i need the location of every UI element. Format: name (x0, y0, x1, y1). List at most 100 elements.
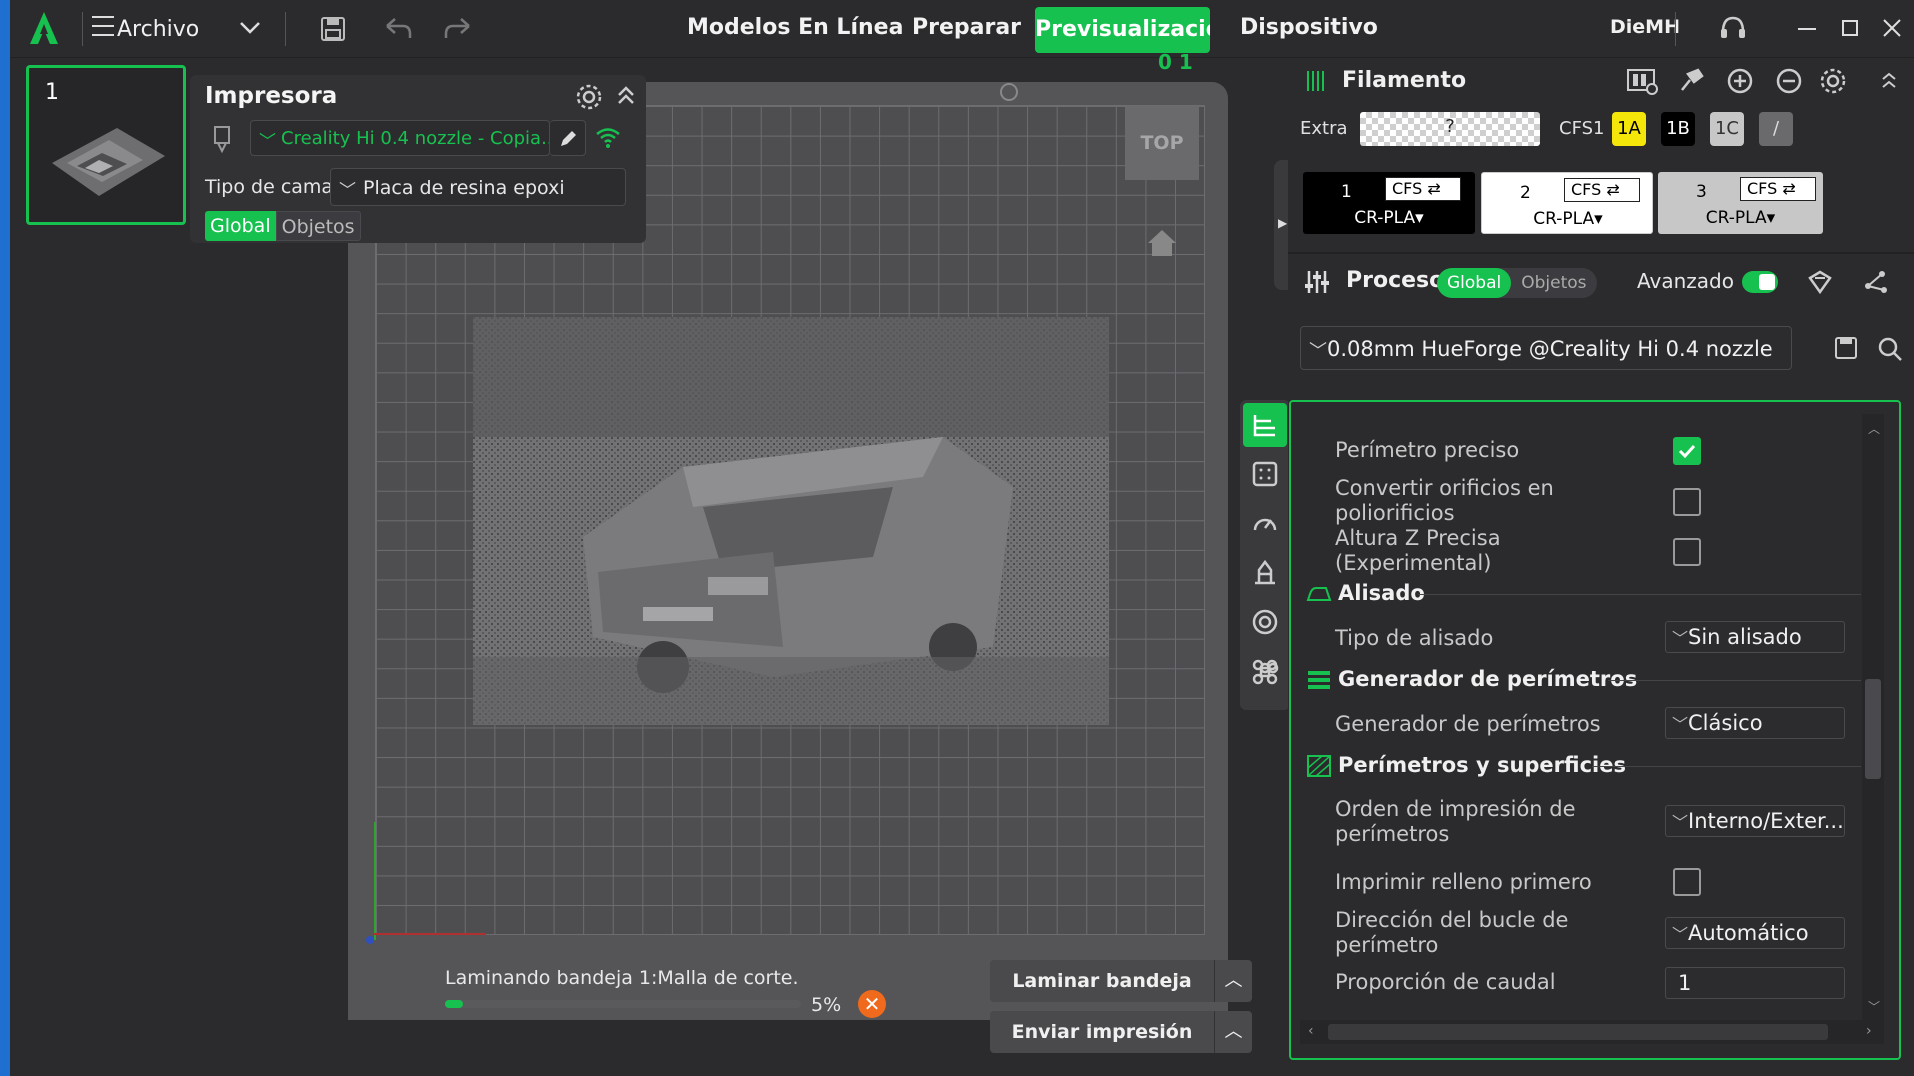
undo-icon[interactable] (383, 16, 413, 42)
wall-generator-label: Generador de perímetros (1335, 712, 1601, 736)
brush-icon[interactable] (1676, 66, 1706, 96)
chevron-down-icon: ﹀ (339, 181, 356, 201)
minimize-icon[interactable] (1798, 28, 1816, 30)
gear-icon[interactable] (575, 83, 603, 111)
slice-plate-button[interactable]: Laminar bandeja ︿ (990, 960, 1252, 1002)
slot-chip-empty[interactable]: / (1759, 112, 1793, 146)
remove-filament-icon[interactable] (1774, 66, 1804, 96)
filament-card-type[interactable]: CR-PLA▾ (1303, 208, 1475, 228)
home-icon[interactable] (1145, 226, 1179, 260)
flow-ratio-input[interactable]: 1 (1665, 967, 1845, 999)
save-icon[interactable] (320, 16, 346, 42)
maximize-icon[interactable] (1842, 20, 1858, 36)
compare-icon[interactable] (1806, 268, 1834, 296)
user-name[interactable]: DieMH (1610, 16, 1680, 38)
slot-chip-1b[interactable]: 1B (1661, 112, 1695, 146)
convert-holes-checkbox[interactable] (1673, 488, 1701, 516)
wifi-icon[interactable] (594, 125, 622, 149)
support-structure-icon[interactable] (1251, 558, 1279, 586)
redo-icon[interactable] (443, 16, 473, 42)
creality-logo-icon[interactable] (28, 10, 60, 46)
cfs-sync-icon[interactable] (1625, 66, 1659, 96)
vertical-scrollbar[interactable]: ︿ ﹀ (1862, 414, 1884, 1020)
wall-order-select[interactable]: ﹀Interno/Exter... (1665, 805, 1845, 837)
toggle-objects[interactable]: Objetos (275, 211, 361, 241)
model-relief[interactable] (473, 317, 1109, 725)
toggle-global[interactable]: Global (1437, 268, 1512, 298)
scroll-down-icon[interactable]: ﹀ (1868, 998, 1880, 1015)
horizontal-scrollbar[interactable]: ‹ › (1300, 1020, 1884, 1044)
filament-card-1[interactable]: 1 CFS ⇄ CR-PLA▾ (1303, 172, 1475, 234)
save-profile-icon[interactable] (1834, 336, 1858, 360)
tab-device[interactable]: Dispositivo (1240, 15, 1378, 40)
slot-chip-1a[interactable]: 1A (1612, 112, 1646, 146)
extra-filament-swatch[interactable]: ? (1360, 112, 1540, 146)
search-icon[interactable] (1877, 336, 1903, 362)
ironing-icon (1306, 587, 1332, 601)
filament-card-cfs-tag[interactable]: CFS ⇄ (1740, 177, 1816, 201)
filament-card-type[interactable]: CR-PLA▾ (1658, 208, 1823, 228)
ironing-type-select[interactable]: ﹀Sin alisado (1665, 621, 1845, 653)
wall-order-label: Orden de impresión de perímetros (1335, 797, 1576, 846)
filament-settings-icon[interactable] (1818, 66, 1848, 96)
chevron-up-icon[interactable]: ︿ (1215, 960, 1252, 1002)
support-icon[interactable] (1718, 14, 1748, 42)
hamburger-menu-icon[interactable] (92, 14, 114, 40)
plate-grid-icon[interactable] (1251, 460, 1279, 488)
wall-direction-select[interactable]: ﹀Automático (1665, 917, 1845, 949)
filament-card-type[interactable]: CR-PLA▾ (1482, 209, 1654, 229)
sidebar-collapse-handle[interactable]: ▶ (1274, 160, 1288, 290)
filament-card-2[interactable]: 2 CFS ⇄ CR-PLA▾ (1481, 172, 1653, 234)
axis-origin (366, 936, 374, 944)
scrollbar-thumb[interactable] (1865, 679, 1881, 779)
process-scope-toggle: Global Objetos (1437, 268, 1597, 298)
scroll-up-icon[interactable]: ︿ (1868, 420, 1880, 437)
layers-view-button[interactable] (1243, 403, 1287, 447)
toggle-objects[interactable]: Objetos (1511, 268, 1596, 298)
slot-chip-1c[interactable]: 1C (1710, 112, 1744, 146)
cancel-slicing-button[interactable]: ✕ (858, 990, 886, 1018)
plate-thumbnail[interactable]: 1 (26, 65, 186, 225)
bed-type-select[interactable]: ﹀ Placa de resina epoxi (330, 168, 626, 206)
divider (1592, 766, 1861, 767)
tab-preview[interactable]: Previsualización (1035, 7, 1210, 53)
divider (1418, 594, 1861, 595)
scroll-right-icon[interactable]: › (1866, 1023, 1872, 1039)
precise-wall-checkbox[interactable] (1673, 437, 1701, 465)
filament-card-cfs-tag[interactable]: CFS ⇄ (1564, 178, 1640, 202)
scroll-left-icon[interactable]: ‹ (1308, 1023, 1314, 1039)
process-profile-select[interactable]: ﹀ 0.08mm HueForge @Creality Hi 0.4 nozzl… (1300, 326, 1792, 370)
infill-first-checkbox[interactable] (1673, 868, 1701, 896)
collapse-filament-icon[interactable] (1880, 70, 1898, 92)
edit-printer-button[interactable] (550, 120, 586, 156)
send-print-button[interactable]: Enviar impresión ︿ (990, 1011, 1252, 1053)
toggle-global[interactable]: Global (205, 211, 276, 241)
top-view-button[interactable]: TOP (1125, 106, 1199, 180)
filament-title: Filamento (1342, 68, 1467, 93)
chevron-up-icon[interactable]: ︿ (1215, 1011, 1252, 1053)
infill-first-label: Imprimir relleno primero (1335, 870, 1592, 894)
wall-generator-select[interactable]: ﹀Clásico (1665, 707, 1845, 739)
precise-z-checkbox[interactable] (1673, 538, 1701, 566)
scrollbar-thumb[interactable] (1328, 1024, 1828, 1040)
collapse-icon[interactable] (615, 83, 637, 107)
bed-type-label: Tipo de cama (205, 176, 334, 198)
separator (82, 12, 83, 46)
speedometer-icon[interactable] (1251, 510, 1279, 538)
close-icon[interactable] (1882, 18, 1902, 38)
file-menu[interactable]: Archivo (117, 17, 199, 42)
tab-online-models[interactable]: Modelos En Línea (687, 15, 903, 40)
filament-card-cfs-tag[interactable]: CFS ⇄ (1385, 177, 1461, 201)
chevron-down-icon[interactable] (238, 20, 262, 36)
add-filament-icon[interactable] (1725, 66, 1755, 96)
command-icon[interactable] (1251, 658, 1279, 686)
tab-prepare[interactable]: Preparar (912, 15, 1021, 40)
process-profile-name: 0.08mm HueForge @Creality Hi 0.4 nozzle (1327, 337, 1773, 361)
target-icon[interactable] (1251, 608, 1279, 636)
share-icon[interactable] (1862, 268, 1890, 296)
filament-card-3[interactable]: 3 CFS ⇄ CR-PLA▾ (1658, 172, 1823, 234)
printer-select[interactable]: ﹀ Creality Hi 0.4 nozzle - Copia.. (250, 120, 550, 156)
slot-chip-label: / (1772, 118, 1780, 139)
advanced-toggle[interactable] (1742, 271, 1778, 293)
pencil-icon (561, 131, 576, 146)
